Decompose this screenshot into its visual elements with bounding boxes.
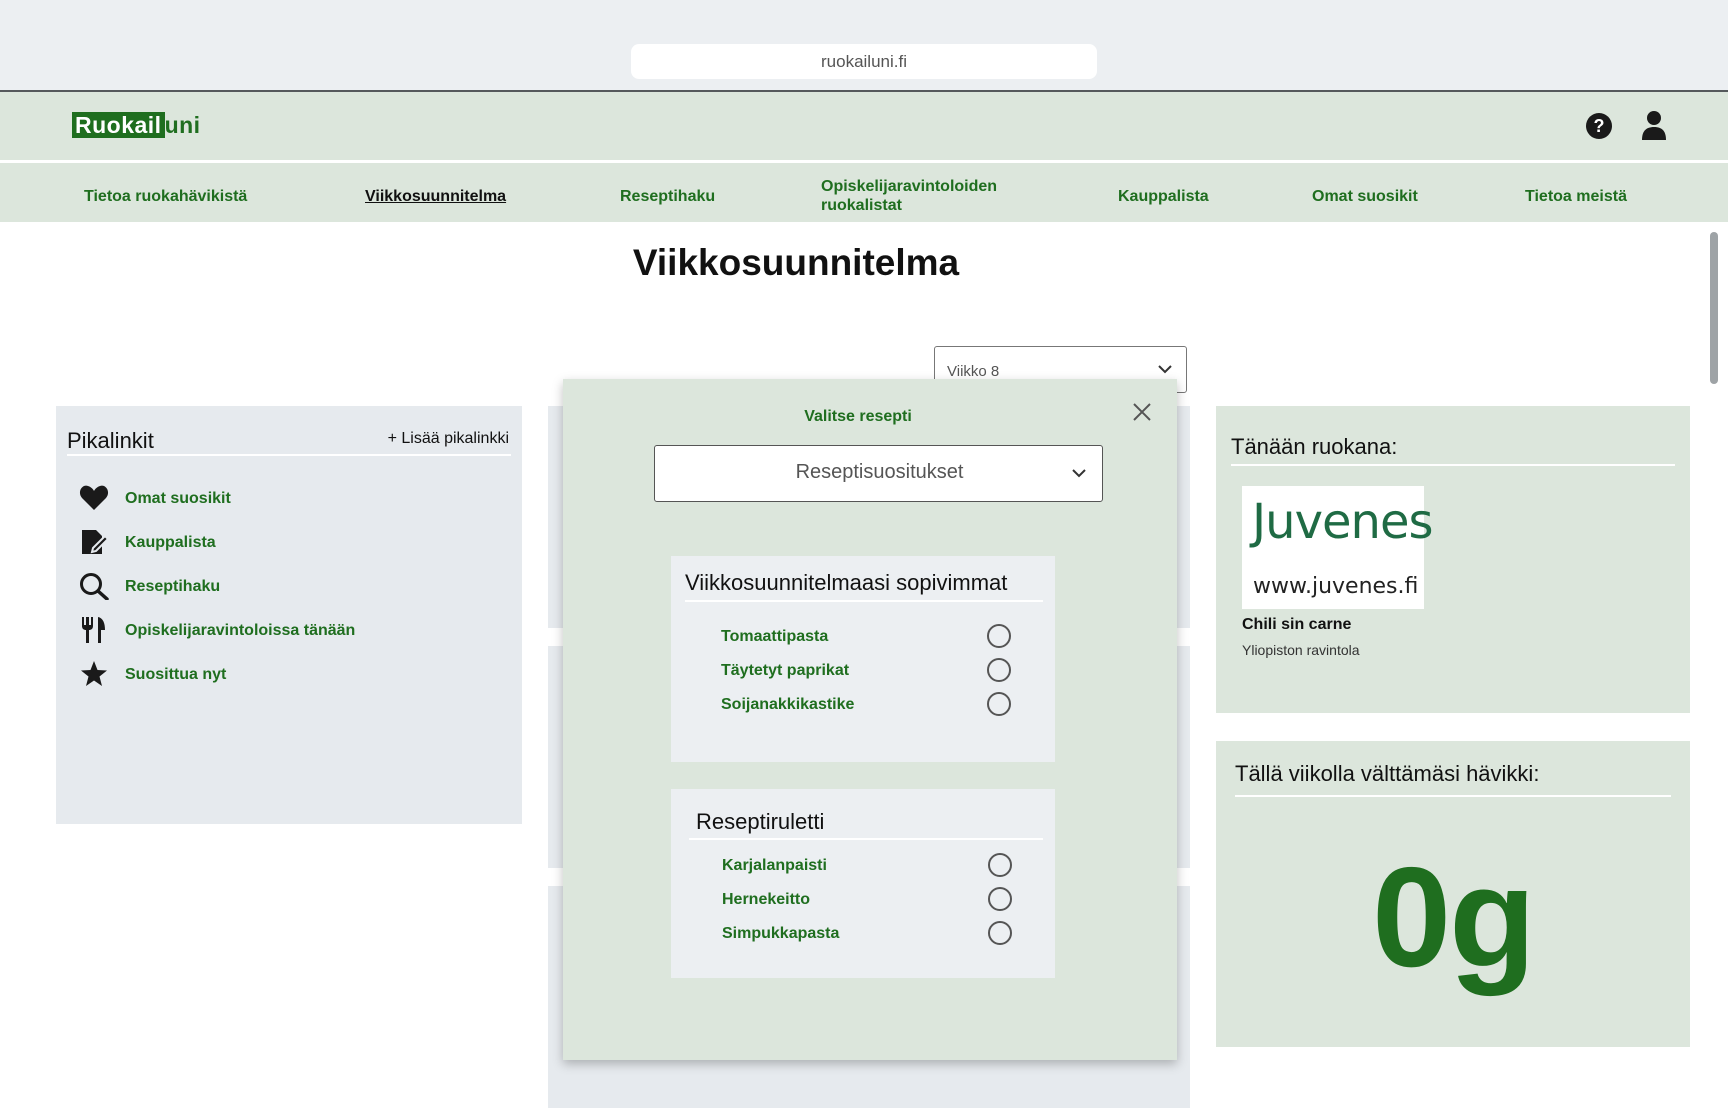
recipe-group-roulette: Reseptiruletti Karjalanpaisti Hernekeitt… [671,789,1055,978]
star-icon [81,661,107,686]
search-icon [80,573,109,600]
radio-button[interactable] [988,887,1012,911]
page-title: Viikkosuunnitelma [632,242,960,283]
nav-tietoa-ruokahavikista[interactable]: Tietoa ruokahävikistä [84,187,247,206]
nav-reseptihaku[interactable]: Reseptihaku [620,187,715,206]
today-title: Tänään ruokana: [1231,434,1398,459]
radio-button[interactable] [988,853,1012,877]
today-food-panel: Tänään ruokana: Juvenes www.juvenes.fi C… [1216,406,1690,713]
quick-link-opiskelijaravintolat[interactable]: Opiskelijaravintoloissa tänään [79,616,499,646]
nav-kauppalista[interactable]: Kauppalista [1118,187,1209,206]
radio-button[interactable] [987,692,1011,716]
main-nav: Tietoa ruokahävikistä Viikkosuunnitelma … [0,161,1728,222]
recipe-source-value: Reseptisuositukset [795,461,964,483]
quick-link-omat-suosikit[interactable]: Omat suosikit [79,484,499,514]
modal-title: Valitse resepti [804,408,912,425]
recipe-group-best-fit: Viikkosuunnitelmaasi sopivimmat Tomaatti… [671,556,1055,762]
help-icon[interactable]: ? [1585,112,1613,140]
recipe-option[interactable]: Tomaattipasta [671,624,1055,652]
recipe-option[interactable]: Karjalanpaisti [671,853,1055,881]
group-title: Reseptiruletti [696,809,825,834]
divider [67,454,511,456]
page-scrollbar[interactable] [1710,232,1718,384]
quick-links-title: Pikalinkit [67,428,154,453]
select-recipe-modal: Valitse resepti Reseptisuositukset Viikk… [563,379,1177,1060]
recipe-option[interactable]: Soijanakkikastike [671,692,1055,720]
divider [1235,795,1671,797]
waste-panel: Tällä viikolla välttämäsi hävikki: 0g [1216,741,1690,1047]
week-select-value: Viikko 8 [947,363,1000,380]
dish-name[interactable]: Chili sin carne [1242,616,1351,634]
juvenes-logo: Juvenes www.juvenes.fi [1242,486,1433,609]
heart-icon [79,485,109,510]
svg-text:?: ? [1594,116,1605,136]
divider [685,600,1043,602]
radio-button[interactable] [987,658,1011,682]
nav-tietoa-meista[interactable]: Tietoa meistä [1525,187,1627,206]
quick-link-label: Omat suosikit [125,490,231,507]
recipe-option-label: Täytetyt paprikat [721,662,850,679]
divider [1231,464,1675,466]
recipe-option-label: Simpukkapasta [722,925,840,942]
cutlery-icon [82,617,105,643]
waste-title: Tällä viikolla välttämäsi hävikki: [1235,761,1540,786]
quick-links-panel: Pikalinkit + Lisää pikalinkki Omat suosi… [56,406,522,824]
browser-bar: ruokailuni.fi [0,0,1728,92]
quick-link-label: Kauppalista [125,534,216,551]
site-logo[interactable]: Ruokail uni [72,112,201,139]
user-icon[interactable] [1640,110,1668,140]
recipe-source-select[interactable]: Reseptisuositukset [654,445,1103,502]
quick-link-reseptihaku[interactable]: Reseptihaku [79,572,499,602]
recipe-option[interactable]: Hernekeitto [671,887,1055,915]
nav-opiskelijaravintoloiden-ruokalistat[interactable]: Opiskelijaravintoloiden ruokalistat [821,177,1021,215]
recipe-option-label: Hernekeitto [722,891,811,908]
quick-link-kauppalista[interactable]: Kauppalista [79,528,499,558]
recipe-option[interactable]: Simpukkapasta [671,921,1055,949]
waste-value: 0g [1372,838,1536,997]
recipe-option-label: Tomaattipasta [721,628,829,645]
address-bar[interactable]: ruokailuni.fi [631,44,1097,79]
divider [689,838,1043,840]
dish-place: Yliopiston ravintola [1242,642,1360,658]
close-icon[interactable] [1132,402,1152,422]
recipe-option-label: Soijanakkikastike [721,696,855,713]
quick-link-label: Reseptihaku [125,578,221,595]
quick-link-suosittua-nyt[interactable]: Suosittua nyt [79,660,499,690]
radio-button[interactable] [988,921,1012,945]
recipe-option-label: Karjalanpaisti [722,857,827,874]
radio-button[interactable] [987,624,1011,648]
edit-list-icon [82,530,109,554]
quick-link-label: Opiskelijaravintoloissa tänään [125,622,356,639]
chevron-down-icon [1158,365,1172,374]
nav-omat-suosikit[interactable]: Omat suosikit [1312,187,1418,206]
site-header: Ruokail uni ? [0,92,1728,160]
nav-viikkosuunnitelma[interactable]: Viikkosuunnitelma [365,187,506,206]
quick-link-label: Suosittua nyt [125,666,227,683]
add-quick-link-button[interactable]: + Lisää pikalinkki [388,430,509,448]
chevron-down-icon [1072,469,1086,478]
group-title: Viikkosuunnitelmaasi sopivimmat [685,570,1008,595]
recipe-option[interactable]: Täytetyt paprikat [671,658,1055,686]
